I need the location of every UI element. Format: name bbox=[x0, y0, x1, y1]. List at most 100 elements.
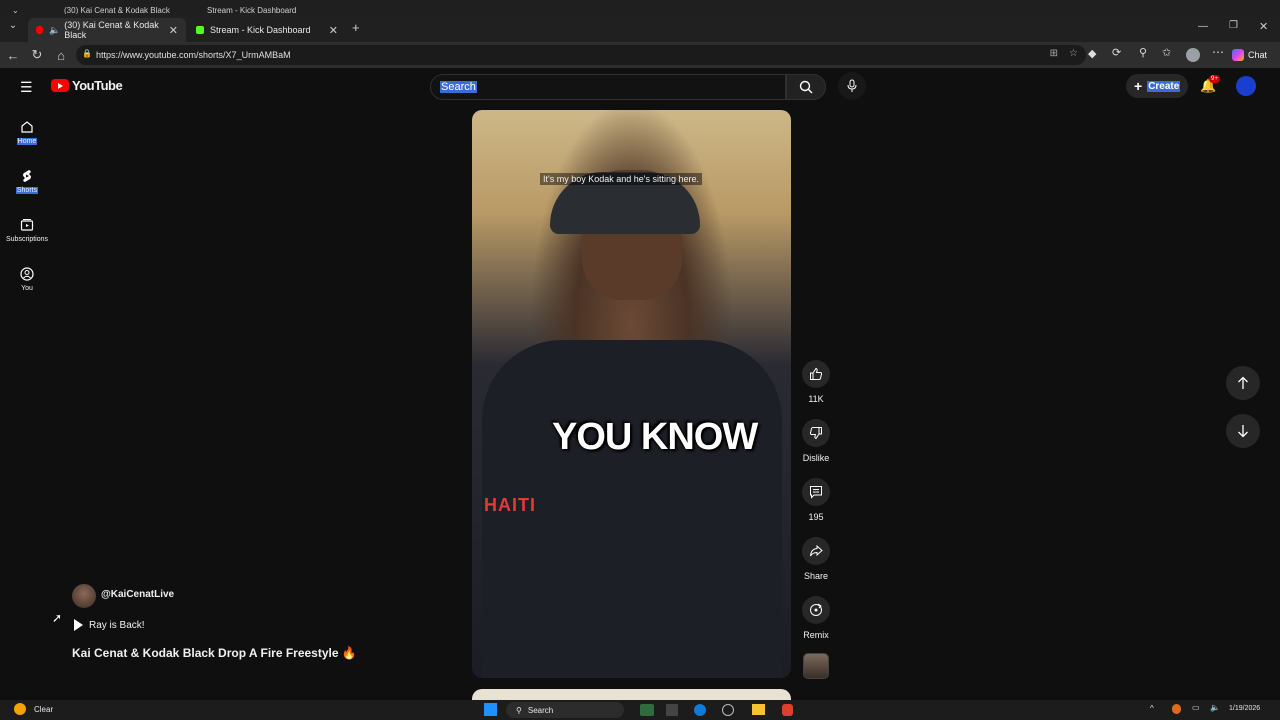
logo-text: YouTube bbox=[72, 78, 123, 93]
home-icon[interactable]: ⌂ bbox=[49, 43, 73, 67]
sidebar-item-shorts[interactable]: Shorts bbox=[0, 169, 54, 194]
youtube-logo[interactable]: YouTube bbox=[51, 78, 123, 93]
channel-avatar[interactable] bbox=[72, 584, 96, 608]
speaker-icon: 🔈 bbox=[49, 24, 61, 35]
youtube-play-logo-icon bbox=[51, 79, 69, 92]
tab-kick[interactable]: Stream - Kick Dashboard ✕ bbox=[188, 18, 346, 42]
extension-icon[interactable]: ◆ bbox=[1088, 47, 1096, 60]
share-label: Share bbox=[803, 571, 829, 581]
favorite-star-icon[interactable]: ☆ bbox=[1069, 48, 1078, 59]
video-title: Kai Cenat & Kodak Black Drop A Fire Free… bbox=[72, 646, 357, 660]
thumbs-up-icon bbox=[802, 360, 830, 388]
next-video-button[interactable] bbox=[1226, 414, 1260, 448]
remix-button[interactable]: Remix bbox=[798, 596, 834, 640]
sidebar-label: Subscriptions bbox=[5, 236, 49, 243]
taskbar-search-label: Search bbox=[527, 705, 554, 715]
sound-title: Ray is Back! bbox=[89, 619, 145, 631]
sound-link[interactable]: Ray is Back! bbox=[74, 619, 145, 631]
menu-icon[interactable]: ☰ bbox=[20, 79, 33, 96]
dislike-button[interactable]: Dislike bbox=[798, 419, 834, 463]
close-icon[interactable]: ✕ bbox=[169, 24, 178, 37]
new-tab-icon[interactable]: + bbox=[352, 20, 360, 35]
task-view-icon[interactable] bbox=[666, 704, 678, 716]
back-icon[interactable]: ← bbox=[1, 43, 25, 67]
subscriptions-icon bbox=[20, 219, 34, 231]
close-window-icon[interactable]: ✕ bbox=[1259, 20, 1268, 33]
sidebar-label: Home bbox=[16, 138, 38, 145]
tab-youtube[interactable]: 🔈 (30) Kai Cenat & Kodak Black ✕ bbox=[28, 18, 186, 42]
more-icon[interactable]: ⋯ bbox=[1212, 45, 1224, 59]
youtube-favicon bbox=[36, 26, 44, 34]
sidebar-item-subscriptions[interactable]: Subscriptions bbox=[0, 218, 54, 243]
arrow-down-icon bbox=[1238, 425, 1248, 438]
shorts-icon bbox=[23, 170, 31, 182]
video-subtitle: It's my boy Kodak and he's sitting here. bbox=[540, 173, 703, 185]
voice-search-button[interactable] bbox=[838, 72, 866, 100]
profile-icon[interactable] bbox=[1186, 48, 1200, 62]
notifications-button[interactable]: 🔔 9+ bbox=[1200, 75, 1220, 94]
sidebar-item-home[interactable]: Home bbox=[0, 120, 54, 145]
address-bar[interactable]: 🔒 https://www.youtube.com/shorts/X7_UrmA… bbox=[76, 45, 1086, 65]
copilot-chat-button[interactable]: Chat bbox=[1232, 46, 1267, 64]
sidebar-item-you[interactable]: You bbox=[0, 267, 54, 292]
youtube-page: ☰ YouTube Search + Create 🔔 9+ Home Shor… bbox=[0, 68, 1280, 700]
account-avatar[interactable] bbox=[1236, 76, 1256, 96]
favorites-icon[interactable]: ✩ bbox=[1162, 46, 1171, 59]
sound-thumbnail[interactable] bbox=[803, 653, 829, 679]
app-available-icon[interactable]: ⊞ bbox=[1050, 48, 1058, 59]
close-icon[interactable]: ✕ bbox=[329, 24, 338, 37]
tab-title: (30) Kai Cenat & Kodak Black bbox=[64, 20, 159, 40]
lock-icon: 🔒 bbox=[82, 49, 92, 58]
tab-list-chevron-icon[interactable]: ⌄ bbox=[5, 20, 21, 36]
video-caption: YOU KNOW bbox=[552, 416, 758, 458]
navigation-bar: ← ↻ ⌂ 🔒 https://www.youtube.com/shorts/X… bbox=[0, 42, 1280, 68]
sidebar-label: You bbox=[21, 285, 33, 292]
refresh-extension-icon[interactable]: ⟳ bbox=[1112, 46, 1121, 59]
search-button[interactable] bbox=[786, 74, 826, 100]
brave-icon[interactable] bbox=[782, 704, 793, 716]
dislike-label: Dislike bbox=[802, 453, 830, 463]
split-screen-icon[interactable]: ⚲ bbox=[1139, 46, 1147, 59]
kick-favicon bbox=[196, 26, 204, 34]
channel-name[interactable]: @KaiCenatLive bbox=[101, 589, 174, 600]
share-button[interactable]: Share bbox=[798, 537, 834, 581]
search-text: Search bbox=[440, 81, 477, 93]
comments-count: 195 bbox=[808, 512, 824, 522]
file-explorer-icon[interactable] bbox=[752, 704, 765, 715]
tray-app-icon[interactable] bbox=[1172, 704, 1181, 714]
like-button[interactable]: 11K bbox=[798, 360, 834, 404]
refresh-icon[interactable]: ↻ bbox=[25, 43, 49, 67]
shorts-video-player[interactable]: It's my boy Kodak and he's sitting here.… bbox=[472, 110, 791, 678]
weather-icon[interactable] bbox=[14, 703, 26, 715]
arrow-up-icon bbox=[1238, 376, 1248, 389]
url-text: https://www.youtube.com/shorts/X7_UrmAMB… bbox=[96, 50, 291, 60]
network-icon[interactable]: ▭ bbox=[1192, 703, 1200, 712]
app-icon[interactable] bbox=[722, 704, 734, 716]
search-input[interactable]: Search bbox=[430, 74, 786, 100]
chevron-up-icon[interactable]: ^ bbox=[1150, 704, 1154, 713]
shirt-text: HAITI bbox=[484, 495, 536, 515]
windows-taskbar: Clear ⚲ Search ^ ▭ 🔈 1/19/2026 bbox=[0, 700, 1280, 720]
share-icon bbox=[802, 537, 830, 565]
restore-icon[interactable]: ❐ bbox=[1229, 20, 1238, 31]
taskbar-search[interactable]: ⚲ Search bbox=[506, 702, 624, 718]
widget-icon[interactable] bbox=[640, 704, 654, 716]
copilot-icon bbox=[1232, 49, 1244, 61]
create-button[interactable]: + Create bbox=[1126, 74, 1188, 98]
weather-label[interactable]: Clear bbox=[34, 705, 53, 714]
tab-strip: ⌄ 🔈 (30) Kai Cenat & Kodak Black ✕ Strea… bbox=[0, 14, 1280, 42]
comments-button[interactable]: 195 bbox=[798, 478, 834, 522]
previous-video-button[interactable] bbox=[1226, 366, 1260, 400]
notification-badge: 9+ bbox=[1209, 75, 1220, 83]
search-icon bbox=[799, 80, 813, 94]
thumbs-down-icon bbox=[802, 419, 830, 447]
minimize-icon[interactable]: — bbox=[1198, 21, 1208, 32]
date-label[interactable]: 1/19/2026 bbox=[1229, 705, 1260, 712]
next-video-preview bbox=[472, 689, 791, 700]
tab-title: Stream - Kick Dashboard bbox=[210, 25, 311, 35]
edge-icon[interactable] bbox=[694, 704, 706, 716]
you-icon bbox=[20, 267, 34, 281]
start-icon[interactable] bbox=[484, 703, 497, 716]
search-icon: ⚲ bbox=[516, 705, 522, 715]
volume-icon[interactable]: 🔈 bbox=[1210, 703, 1220, 712]
